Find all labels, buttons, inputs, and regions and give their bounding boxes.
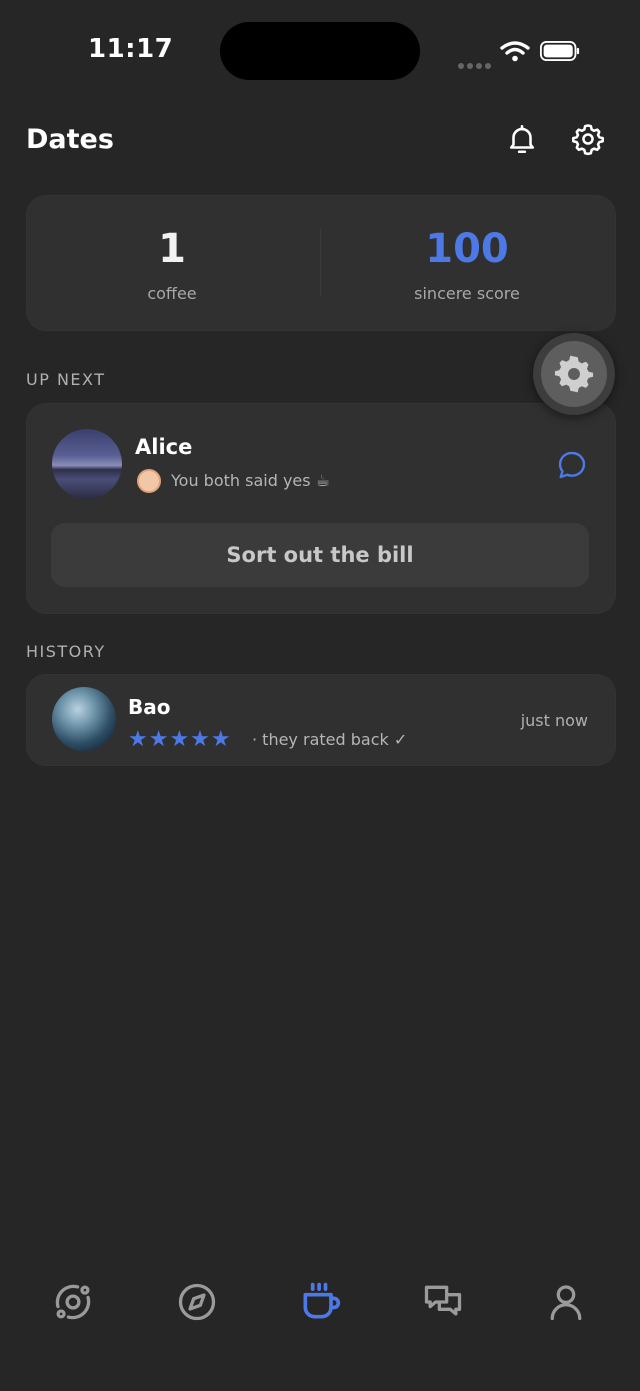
history-name: Bao xyxy=(128,695,171,719)
floating-settings-inner[interactable] xyxy=(541,341,607,407)
match-name: Alice xyxy=(135,435,193,459)
wifi-icon xyxy=(500,41,530,62)
coffee-cup-icon[interactable] xyxy=(298,1280,342,1324)
chat-bubbles-icon[interactable] xyxy=(421,1280,465,1324)
sort-out-bill-button[interactable]: Sort out the bill xyxy=(51,523,589,587)
battery-icon xyxy=(540,41,580,61)
bell-icon[interactable] xyxy=(505,122,539,156)
up-next-heading: UP NEXT xyxy=(26,370,106,389)
dynamic-island xyxy=(220,22,420,80)
rating-note: · they rated back ✓ xyxy=(252,730,408,749)
history-heading: HISTORY xyxy=(26,642,106,661)
settings-gear-icon[interactable] xyxy=(571,122,605,156)
sincere-score-value: 100 xyxy=(425,226,509,272)
face-emoji-icon xyxy=(137,469,161,493)
match-status: You both said yes ☕ xyxy=(171,471,331,490)
history-timestamp: just now xyxy=(520,711,588,730)
coffee-count: 1 xyxy=(158,226,186,272)
coffee-label: coffee xyxy=(147,284,197,303)
orbit-icon[interactable] xyxy=(51,1280,95,1324)
avatar-alice[interactable] xyxy=(52,429,122,499)
sincere-score-label: sincere score xyxy=(414,284,520,303)
rating-stars: ★★★★★ xyxy=(128,727,232,752)
signal-icon xyxy=(458,54,494,73)
profile-icon[interactable] xyxy=(544,1280,588,1324)
chat-bubble-icon[interactable] xyxy=(556,449,588,481)
status-time: 11:17 xyxy=(88,34,174,64)
avatar-bao xyxy=(52,687,116,751)
compass-icon[interactable] xyxy=(175,1280,219,1324)
page-title: Dates xyxy=(26,124,114,155)
stats-divider xyxy=(320,228,321,296)
gear-icon xyxy=(554,355,594,393)
